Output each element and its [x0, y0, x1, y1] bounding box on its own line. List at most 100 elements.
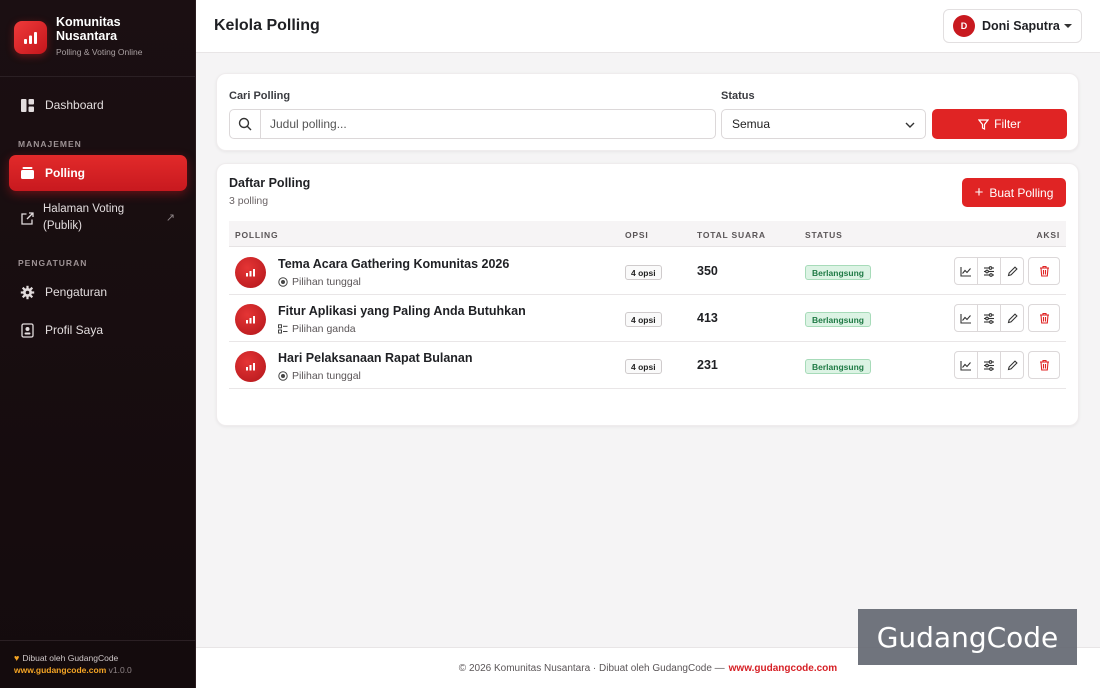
list-title: Daftar Polling: [229, 176, 311, 190]
sidebar-item-dashboard[interactable]: Dashboard: [9, 93, 187, 117]
nav-section-settings: PENGATURAN: [18, 258, 88, 268]
external-link-icon: [19, 210, 35, 226]
table-header: POLLING OPSI TOTAL SUARA STATUS AKSI: [229, 221, 1066, 247]
results-chart-button[interactable]: [954, 304, 978, 332]
checklist-icon: [278, 324, 288, 334]
user-menu-button[interactable]: D Doni Saputra: [943, 9, 1082, 43]
sidebar-footer-link[interactable]: www.gudangcode.com: [14, 665, 106, 675]
poll-type-label: Pilihan tunggal: [292, 370, 361, 382]
total-votes: 231: [697, 358, 718, 372]
sidebar-item-label: Dashboard: [45, 98, 104, 112]
create-poll-button-label: Buat Polling: [989, 185, 1054, 200]
poll-type: Pilihan tunggal: [278, 370, 361, 382]
status-label: Status: [721, 90, 755, 102]
heart-icon: ♥: [14, 653, 20, 663]
options-badge: 4 opsi: [625, 265, 662, 280]
chevron-down-icon: [905, 117, 915, 131]
status-select[interactable]: Semua: [721, 109, 926, 139]
table-row[interactable]: Hari Pelaksanaan Rapat Bulanan Pilihan t…: [229, 342, 1066, 389]
sidebar-item-public-voting[interactable]: Halaman Voting (Publik) ↗: [9, 199, 187, 237]
inbox-box-icon: [19, 165, 35, 181]
col-status: STATUS: [805, 230, 843, 240]
manage-options-button[interactable]: [977, 351, 1001, 379]
poll-type-label: Pilihan ganda: [292, 323, 356, 335]
brand-name-line1: Komunitas: [56, 15, 121, 29]
plus-icon: +: [974, 183, 984, 201]
edit-button[interactable]: [1000, 304, 1024, 332]
edit-button[interactable]: [1000, 351, 1024, 379]
topbar: Kelola Polling D Doni Saputra: [196, 0, 1100, 53]
sliders-icon: [984, 359, 994, 371]
create-poll-button[interactable]: + Buat Polling: [962, 178, 1066, 207]
options-badge: 4 opsi: [625, 312, 662, 327]
col-votes: TOTAL SUARA: [697, 230, 766, 240]
sidebar-footer-made: Dibuat oleh GudangCode: [22, 653, 119, 663]
search-box: [229, 109, 716, 139]
sliders-icon: [984, 265, 994, 277]
delete-button[interactable]: [1028, 351, 1060, 379]
sliders-icon: [984, 312, 994, 324]
results-chart-button[interactable]: [954, 257, 978, 285]
poll-title[interactable]: Tema Acara Gathering Komunitas 2026: [278, 257, 509, 271]
arrow-up-right-icon: ↗: [165, 212, 175, 224]
status-select-value: Semua: [732, 117, 771, 131]
nav-section-manage: MANAJEMEN: [18, 139, 82, 149]
pencil-icon: [1007, 312, 1018, 323]
status-badge: Berlangsung: [805, 359, 871, 374]
results-chart-button[interactable]: [954, 351, 978, 379]
page-title: Kelola Polling: [214, 17, 320, 34]
search-icon: [230, 110, 261, 138]
radio-icon: [278, 277, 288, 287]
col-actions: AKSI: [1036, 230, 1060, 240]
footer-text: © 2026 Komunitas Nusantara · Dibuat oleh…: [458, 662, 725, 674]
poll-type-label: Pilihan tunggal: [292, 276, 361, 288]
caret-down-icon: [1064, 24, 1072, 28]
funnel-icon: [978, 118, 990, 130]
delete-button[interactable]: [1028, 257, 1060, 285]
app-version: v1.0.0: [108, 665, 132, 675]
sidebar-item-settings[interactable]: Pengaturan: [9, 280, 187, 304]
delete-button[interactable]: [1028, 304, 1060, 332]
line-chart-icon: [960, 360, 971, 371]
options-badge: 4 opsi: [625, 359, 662, 374]
sidebar: Komunitas Nusantara Polling & Voting Onl…: [0, 0, 196, 688]
pencil-icon: [1007, 359, 1018, 370]
row-actions: [954, 257, 1060, 285]
poll-title[interactable]: Fitur Aplikasi yang Paling Anda Butuhkan: [278, 304, 526, 318]
filter-card: Cari Polling Status Semua Filter: [216, 73, 1079, 151]
manage-options-button[interactable]: [977, 304, 1001, 332]
status-badge: Berlangsung: [805, 265, 871, 280]
id-badge-icon: [19, 322, 35, 338]
sidebar-item-label-line1: Halaman Voting: [43, 203, 125, 215]
bar-chart-icon: [235, 351, 266, 382]
bar-chart-icon: [235, 257, 266, 288]
status-badge: Berlangsung: [805, 312, 871, 327]
pencil-icon: [1007, 265, 1018, 276]
table-row[interactable]: Tema Acara Gathering Komunitas 2026 Pili…: [229, 248, 1066, 295]
sidebar-footer: ♥ Dibuat oleh GudangCode www.gudangcode.c…: [0, 640, 196, 688]
edit-button[interactable]: [1000, 257, 1024, 285]
search-input[interactable]: [261, 111, 715, 137]
gear-icon: [19, 284, 35, 300]
sidebar-item-profile[interactable]: Profil Saya: [9, 318, 187, 342]
line-chart-icon: [960, 266, 971, 277]
sidebar-item-label: Polling: [45, 166, 85, 180]
user-name: Doni Saputra: [982, 19, 1060, 33]
watermark: GudangCode: [858, 609, 1077, 665]
dashboard-icon: [19, 97, 35, 113]
footer-link[interactable]: www.gudangcode.com: [729, 663, 838, 674]
filter-button[interactable]: Filter: [932, 109, 1067, 139]
avatar: D: [953, 15, 975, 37]
col-polling: POLLING: [235, 230, 279, 240]
poll-title[interactable]: Hari Pelaksanaan Rapat Bulanan: [278, 351, 473, 365]
table-row[interactable]: Fitur Aplikasi yang Paling Anda Butuhkan…: [229, 295, 1066, 342]
trash-icon: [1039, 312, 1049, 324]
filter-button-label: Filter: [994, 117, 1021, 131]
poll-list-card: Daftar Polling 3 polling + Buat Polling …: [216, 163, 1079, 426]
brand[interactable]: Komunitas Nusantara Polling & Voting Onl…: [0, 0, 195, 77]
radio-icon: [278, 371, 288, 381]
manage-options-button[interactable]: [977, 257, 1001, 285]
row-actions: [954, 351, 1060, 379]
total-votes: 413: [697, 311, 718, 325]
sidebar-item-polling[interactable]: Polling: [9, 155, 187, 191]
